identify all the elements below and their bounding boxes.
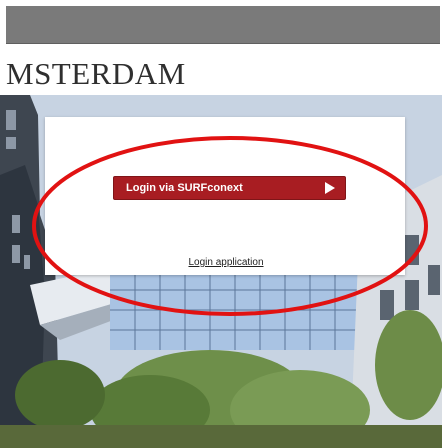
login-button-label: Login via SURFconext <box>126 182 243 194</box>
login-application-link[interactable]: Login application <box>136 257 316 268</box>
institution-name: MSTERDAM <box>6 57 186 91</box>
play-arrow-icon <box>325 182 335 194</box>
header-band <box>6 6 440 44</box>
login-surfconext-button[interactable]: Login via SURFconext <box>113 176 346 200</box>
